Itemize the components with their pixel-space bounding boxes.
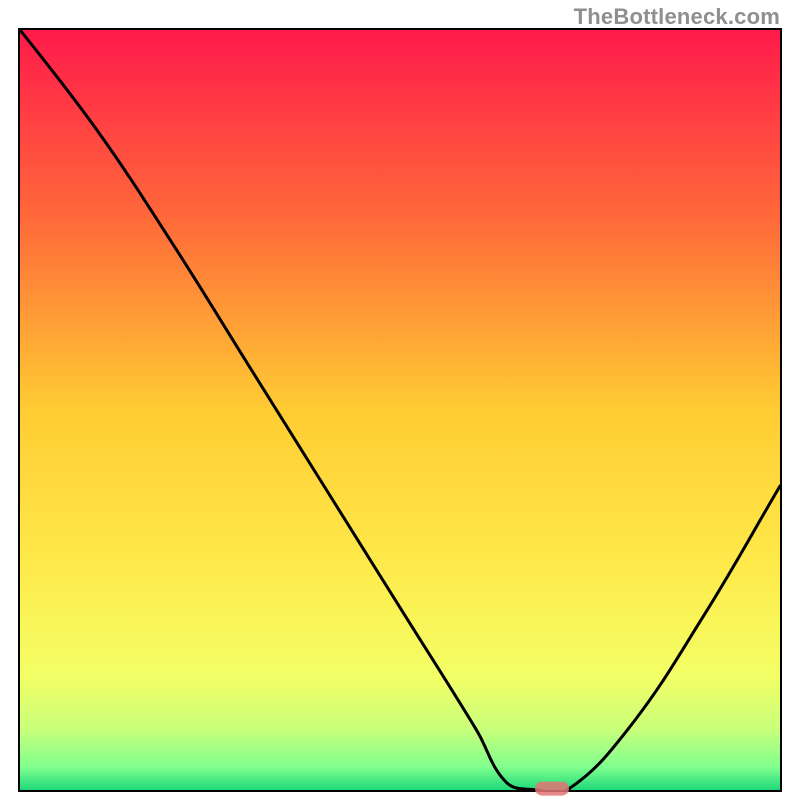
watermark-text: TheBottleneck.com: [574, 4, 780, 30]
plot-frame: [18, 28, 782, 792]
chart-canvas: [20, 30, 780, 790]
optimum-marker: [535, 782, 569, 796]
